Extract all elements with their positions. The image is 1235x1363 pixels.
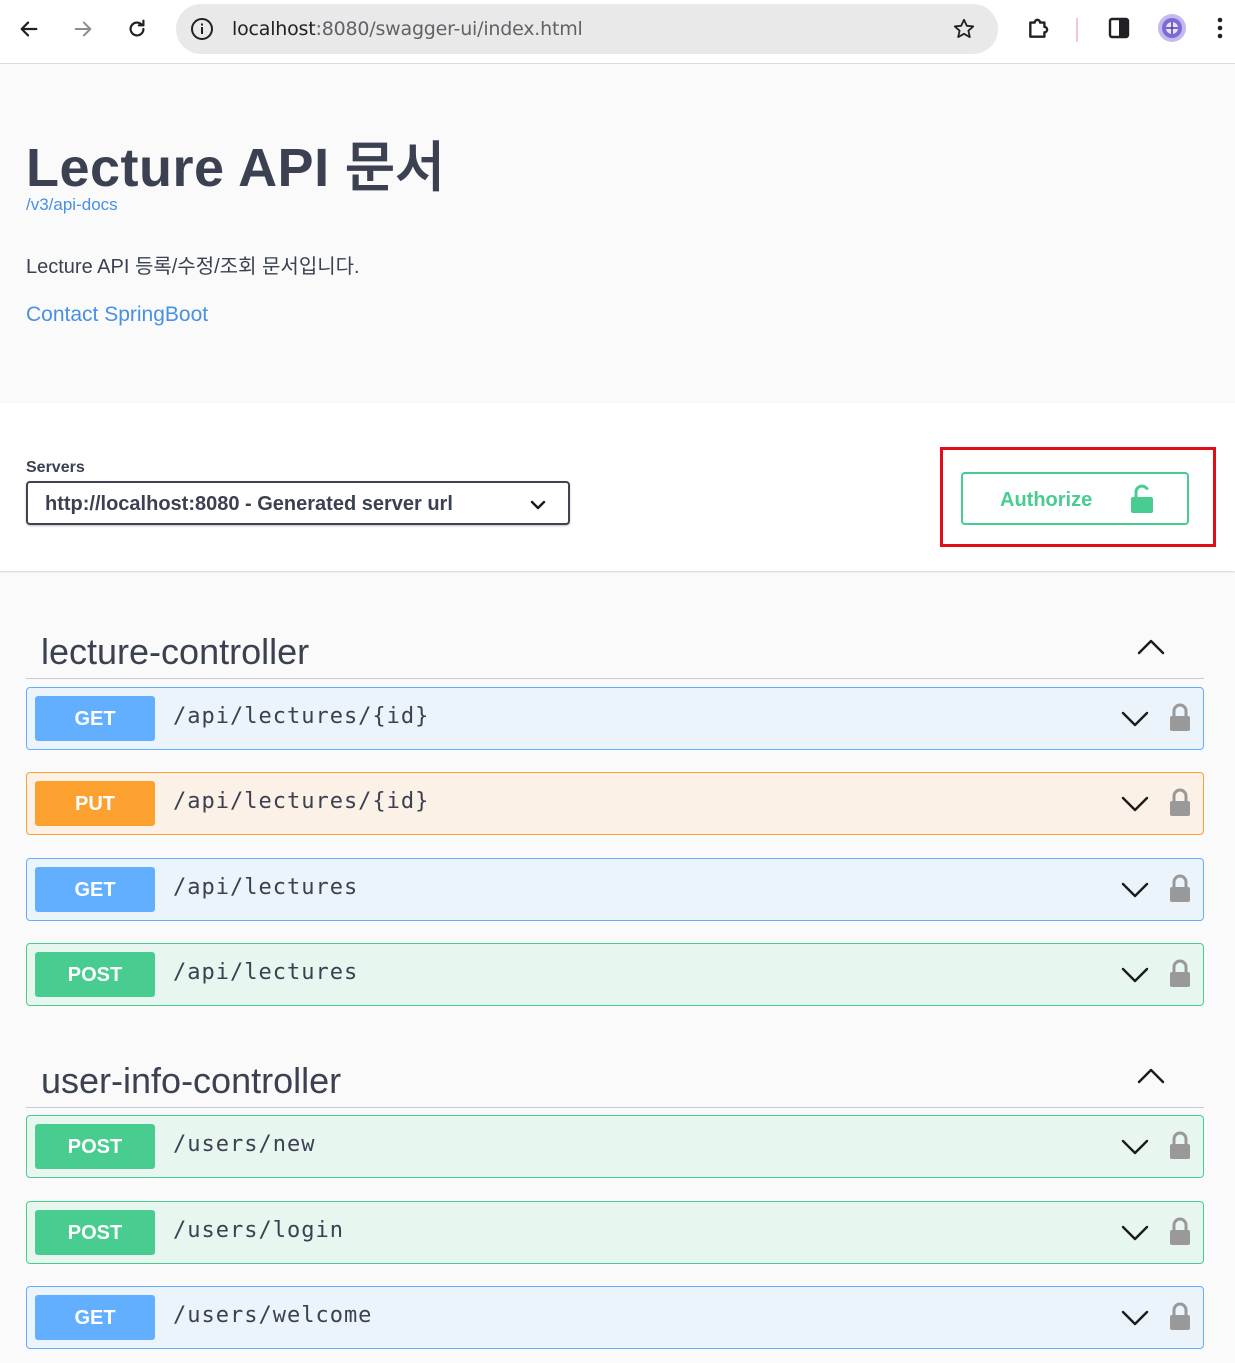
authorize-label: Authorize (1000, 489, 1093, 511)
chevron-up-icon (1137, 1068, 1165, 1084)
back-arrow-icon (20, 21, 38, 37)
servers-selected-value: http://localhost:8080 - Generated server… (45, 493, 453, 515)
site-info-icon[interactable] (190, 17, 214, 41)
forward-arrow-icon (74, 21, 92, 37)
lock-icon[interactable] (1169, 787, 1191, 817)
operation-post-users-new[interactable]: POST /users/new (26, 1115, 1204, 1178)
tag-name: lecture-controller (41, 631, 310, 672)
toolbar-divider (1076, 18, 1078, 42)
chevron-down-icon[interactable] (1121, 708, 1149, 730)
operation-path: /api/lectures (173, 960, 359, 985)
back-button[interactable] (12, 12, 46, 46)
method-badge: POST (35, 952, 155, 997)
lock-icon[interactable] (1169, 702, 1191, 732)
unlocked-lock-icon (1131, 484, 1153, 513)
authorize-button[interactable]: Authorize (961, 472, 1189, 525)
tag-header-user-info-controller[interactable]: user-info-controller (26, 1046, 1204, 1108)
method-badge: GET (35, 1295, 155, 1340)
method-badge: GET (35, 867, 155, 912)
chevron-down-icon[interactable] (1121, 1307, 1149, 1329)
method-badge: GET (35, 696, 155, 741)
lock-icon[interactable] (1169, 1301, 1191, 1331)
method-badge: PUT (35, 781, 155, 826)
chevron-down-icon[interactable] (1121, 879, 1149, 901)
profile-avatar[interactable] (1157, 13, 1187, 43)
lock-icon[interactable] (1169, 1130, 1191, 1160)
method-badge: POST (35, 1124, 155, 1169)
operation-path: /users/login (173, 1218, 344, 1243)
reload-button[interactable] (120, 12, 154, 46)
operation-path: /api/lectures/{id} (173, 789, 430, 814)
operation-get-lecture-by-id[interactable]: GET /api/lectures/{id} (26, 687, 1204, 750)
chevron-down-icon[interactable] (1121, 1222, 1149, 1244)
servers-label: Servers (26, 459, 85, 476)
url-text: localhost:8080/swagger-ui/index.html (232, 18, 583, 40)
api-description: Lecture API 등록/수정/조회 문서입니다. (26, 256, 360, 278)
reload-icon (129, 19, 145, 37)
lock-icon[interactable] (1169, 958, 1191, 988)
avatar-icon (1158, 14, 1186, 42)
operation-get-lectures[interactable]: GET /api/lectures (26, 858, 1204, 921)
browser-menu-button[interactable] (1210, 13, 1230, 43)
operation-put-lecture-by-id[interactable]: PUT /api/lectures/{id} (26, 772, 1204, 835)
side-panel-icon (1108, 17, 1130, 39)
operation-path: /users/welcome (173, 1303, 373, 1328)
operation-path: /users/new (173, 1132, 316, 1157)
chevron-down-icon[interactable] (1121, 793, 1149, 815)
chevron-down-icon[interactable] (1121, 964, 1149, 986)
api-docs-link[interactable]: /v3/api-docs (26, 195, 118, 215)
side-panel-button[interactable] (1104, 13, 1134, 43)
tag-name: user-info-controller (41, 1060, 342, 1101)
servers-select[interactable]: http://localhost:8080 - Generated server… (26, 481, 570, 525)
bookmark-star-icon[interactable] (952, 17, 976, 41)
method-badge: POST (35, 1210, 155, 1255)
puzzle-icon (1029, 18, 1049, 38)
url-path: :8080/swagger-ui/index.html (315, 18, 583, 40)
chevron-down-icon (530, 500, 546, 510)
operation-get-users-welcome[interactable]: GET /users/welcome (26, 1286, 1204, 1349)
page-title: Lecture API 문서 (26, 138, 446, 198)
scheme-container: Servers http://localhost:8080 - Generate… (0, 403, 1235, 571)
address-bar[interactable]: localhost:8080/swagger-ui/index.html (176, 4, 998, 54)
browser-toolbar: localhost:8080/swagger-ui/index.html (0, 0, 1235, 64)
contact-link[interactable]: Contact SpringBoot (26, 303, 208, 327)
chevron-up-icon (1137, 639, 1165, 655)
more-vert-icon (1217, 17, 1223, 39)
operation-path: /api/lectures (173, 875, 359, 900)
lock-icon[interactable] (1169, 1216, 1191, 1246)
operation-path: /api/lectures/{id} (173, 704, 430, 729)
tag-header-lecture-controller[interactable]: lecture-controller (26, 617, 1204, 679)
url-host: localhost (232, 18, 316, 40)
forward-button[interactable] (66, 12, 100, 46)
lock-icon[interactable] (1169, 873, 1191, 903)
api-info: Lecture API 문서 /v3/api-docs Lecture API … (0, 65, 1235, 403)
operation-post-lectures[interactable]: POST /api/lectures (26, 943, 1204, 1006)
chevron-down-icon[interactable] (1121, 1136, 1149, 1158)
extensions-button[interactable] (1024, 13, 1054, 43)
operation-post-users-login[interactable]: POST /users/login (26, 1201, 1204, 1264)
